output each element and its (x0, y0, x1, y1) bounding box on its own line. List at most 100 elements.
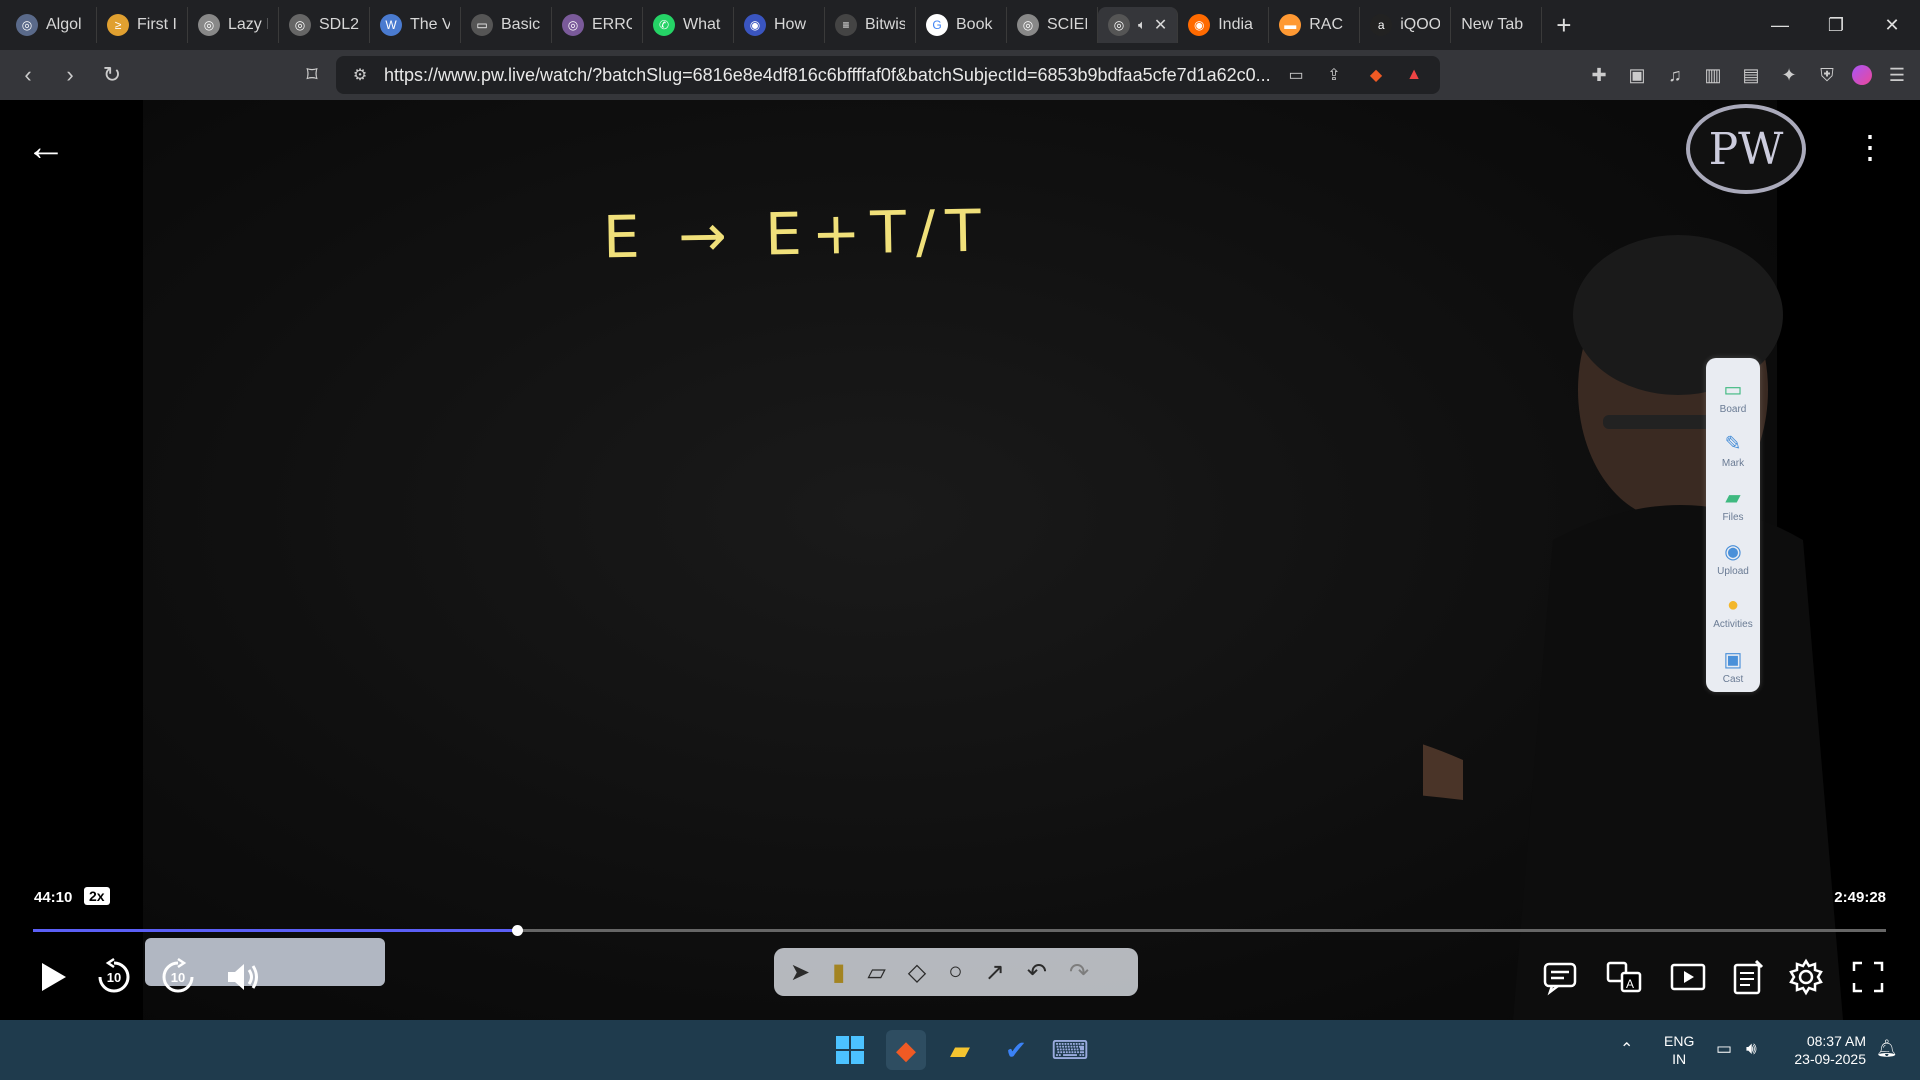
tab-favicon-icon: ◎ (198, 14, 220, 36)
tool-board: ▭ Board (1708, 370, 1758, 422)
svg-text:A: A (1626, 977, 1634, 991)
media-icon[interactable]: ♫ (1662, 62, 1688, 88)
sidebar-icon[interactable]: ▥ (1700, 62, 1726, 88)
browser-tab[interactable]: ≡ Bitwis (825, 7, 916, 43)
tab-label: Basic (501, 16, 541, 33)
clock-time: 08:37 AM (1806, 1033, 1866, 1049)
progress-bar[interactable] (33, 925, 1886, 936)
tool-label: Mark (1721, 458, 1745, 469)
speaker-icon[interactable]: 🔊︎ (1746, 1040, 1757, 1058)
browser-tab[interactable]: ◎ SCIEN (1007, 7, 1098, 43)
tab-label: SDL2 (319, 16, 359, 33)
tab-favicon-icon: ◎ (1108, 14, 1130, 36)
start-icon[interactable] (830, 1030, 870, 1070)
settings-icon[interactable] (1784, 955, 1828, 999)
more-options-icon[interactable]: ⋮ (1854, 128, 1886, 166)
volume-icon[interactable] (220, 955, 264, 999)
progress-thumb[interactable] (511, 925, 523, 936)
profile-icon[interactable] (1852, 65, 1872, 85)
close-window-icon[interactable]: ✕ (1864, 0, 1920, 50)
brave-shields-icon[interactable]: ◆ (1364, 63, 1388, 87)
wallet-icon[interactable]: ▤ (1738, 62, 1764, 88)
address-bar[interactable]: ⚙ https://www.pw.live/watch/?batchSlug=6… (336, 56, 1440, 94)
browser-tab[interactable]: ▭ Basic (461, 7, 552, 43)
browser-tab[interactable]: ◉ How (734, 7, 825, 43)
video-player[interactable]: E → E+T/T ← ⋮ PW ▭ Board ✎ Mark ▰ Files ◉ Uploa… (0, 100, 1920, 1020)
board-icon: ▭ (1723, 379, 1743, 401)
site-settings-icon[interactable]: ⚙ (348, 63, 372, 87)
tab-favicon-icon: ✆ (653, 14, 675, 36)
menu-icon[interactable]: ☰ (1884, 62, 1910, 88)
tab-audio-icon[interactable]: 🔈︎ (1138, 17, 1146, 33)
chat-icon[interactable] (1538, 955, 1582, 999)
forward-seconds: 10 (170, 969, 186, 985)
browser-tab[interactable]: New Tab (1451, 7, 1543, 43)
translate-icon[interactable]: A (1602, 955, 1646, 999)
back-icon[interactable]: ‹ (10, 57, 46, 93)
camera-icon: ◉ (1724, 541, 1742, 563)
browser-tab[interactable]: ◎ 🔈︎ ✕ (1098, 7, 1179, 43)
playback-speed-badge[interactable]: 2x (84, 887, 110, 905)
teacher-figure (1423, 235, 1843, 1020)
notification-bell-icon[interactable]: 🔔︎ (1876, 1040, 1898, 1058)
language-indicator[interactable]: ENG IN (1664, 1032, 1694, 1068)
browser-tab[interactable]: a iQOO (1360, 7, 1452, 43)
tab-label: New Tab (1461, 16, 1524, 33)
bookmark-icon[interactable]: ⌑ (294, 57, 330, 93)
tab-label: First I (137, 16, 177, 33)
lasso-icon: ○ (948, 958, 963, 985)
restore-icon[interactable]: ❐ (1808, 0, 1864, 50)
todo-icon[interactable]: ✔ (996, 1030, 1036, 1070)
back-arrow-icon[interactable]: ← (26, 125, 66, 170)
reload-icon[interactable]: ↻ (94, 57, 130, 93)
tool-upload: ◉ Upload (1708, 532, 1758, 584)
fullscreen-icon[interactable] (1846, 955, 1890, 999)
tab-favicon-icon: ◎ (1017, 14, 1039, 36)
whiteboard-tool-panel: ▭ Board ✎ Mark ▰ Files ◉ Upload ● Activities ▣ Cast (1706, 358, 1760, 692)
browser-tab[interactable]: ◉ India (1178, 7, 1270, 43)
tab-label: How (774, 16, 807, 33)
browser-tab[interactable]: ◎ SDL2 (279, 7, 370, 43)
tab-label: SCIEN (1047, 16, 1087, 33)
forward-10-icon[interactable]: 10 (156, 955, 200, 999)
share-icon[interactable]: ⇪ (1322, 63, 1346, 87)
tool-activities: ● Activities (1708, 586, 1758, 638)
play-icon[interactable] (30, 955, 74, 999)
extensions-icon[interactable]: ✚ (1586, 62, 1612, 88)
browser-tab[interactable]: ≥ First I (97, 7, 188, 43)
cast-tab-icon[interactable]: ▭ (1284, 63, 1308, 87)
board-toolbar-center: ➤ ▮ ▱ ◇ ○ ↗ ↶ ↷ (774, 948, 1138, 996)
browser-tab[interactable]: ✆ What (643, 7, 734, 43)
brave-browser-icon[interactable]: ◆ (886, 1030, 926, 1070)
tool-cast: ▣ Cast (1708, 640, 1758, 692)
brave-rewards-icon[interactable]: ▲ (1402, 63, 1426, 87)
browser-tab[interactable]: G Book (916, 7, 1007, 43)
browser-tab[interactable]: ◎ Algol (6, 7, 97, 43)
browser-tab[interactable]: ◎ Lazy I (188, 7, 279, 43)
network-icon[interactable]: ▭ (1716, 1040, 1732, 1058)
clock[interactable]: 08:37 AM 23-09-2025 (1784, 1032, 1866, 1068)
forward-icon[interactable]: › (52, 57, 88, 93)
tab-close-icon[interactable]: ✕ (1154, 15, 1167, 35)
picture-in-picture-icon[interactable] (1666, 955, 1710, 999)
show-hidden-icons-icon[interactable]: ⌃ (1620, 1041, 1633, 1059)
browser-tab[interactable]: ◎ ERRO (552, 7, 643, 43)
toolbar-extensions: ✚ ▣ ♫ ▥ ▤ ✦ ⛨ ☰ (1586, 50, 1910, 100)
undo-icon: ↶ (1026, 958, 1047, 986)
folder-icon: ▰ (1725, 487, 1741, 509)
vpn-icon[interactable]: ⛨ (1814, 62, 1840, 88)
new-tab-button[interactable]: + (1556, 10, 1571, 41)
screenshot-icon[interactable]: ▣ (1624, 62, 1650, 88)
tab-favicon-icon: W (380, 14, 402, 36)
notes-icon[interactable] (1726, 955, 1770, 999)
browser-tab[interactable]: W The V (370, 7, 461, 43)
tool-label: Cast (1722, 674, 1744, 685)
tab-favicon-icon: ◎ (16, 14, 38, 36)
keyboard-icon[interactable]: ⌨ (1050, 1030, 1090, 1070)
leo-ai-icon[interactable]: ✦ (1776, 62, 1802, 88)
browser-tab[interactable]: ▬ RAC (1269, 7, 1361, 43)
tab-favicon-icon: ◉ (1188, 14, 1211, 36)
minimize-icon[interactable]: — (1752, 0, 1808, 50)
rewind-10-icon[interactable]: 10 (92, 955, 136, 999)
file-explorer-icon[interactable]: ▰ (940, 1030, 980, 1070)
